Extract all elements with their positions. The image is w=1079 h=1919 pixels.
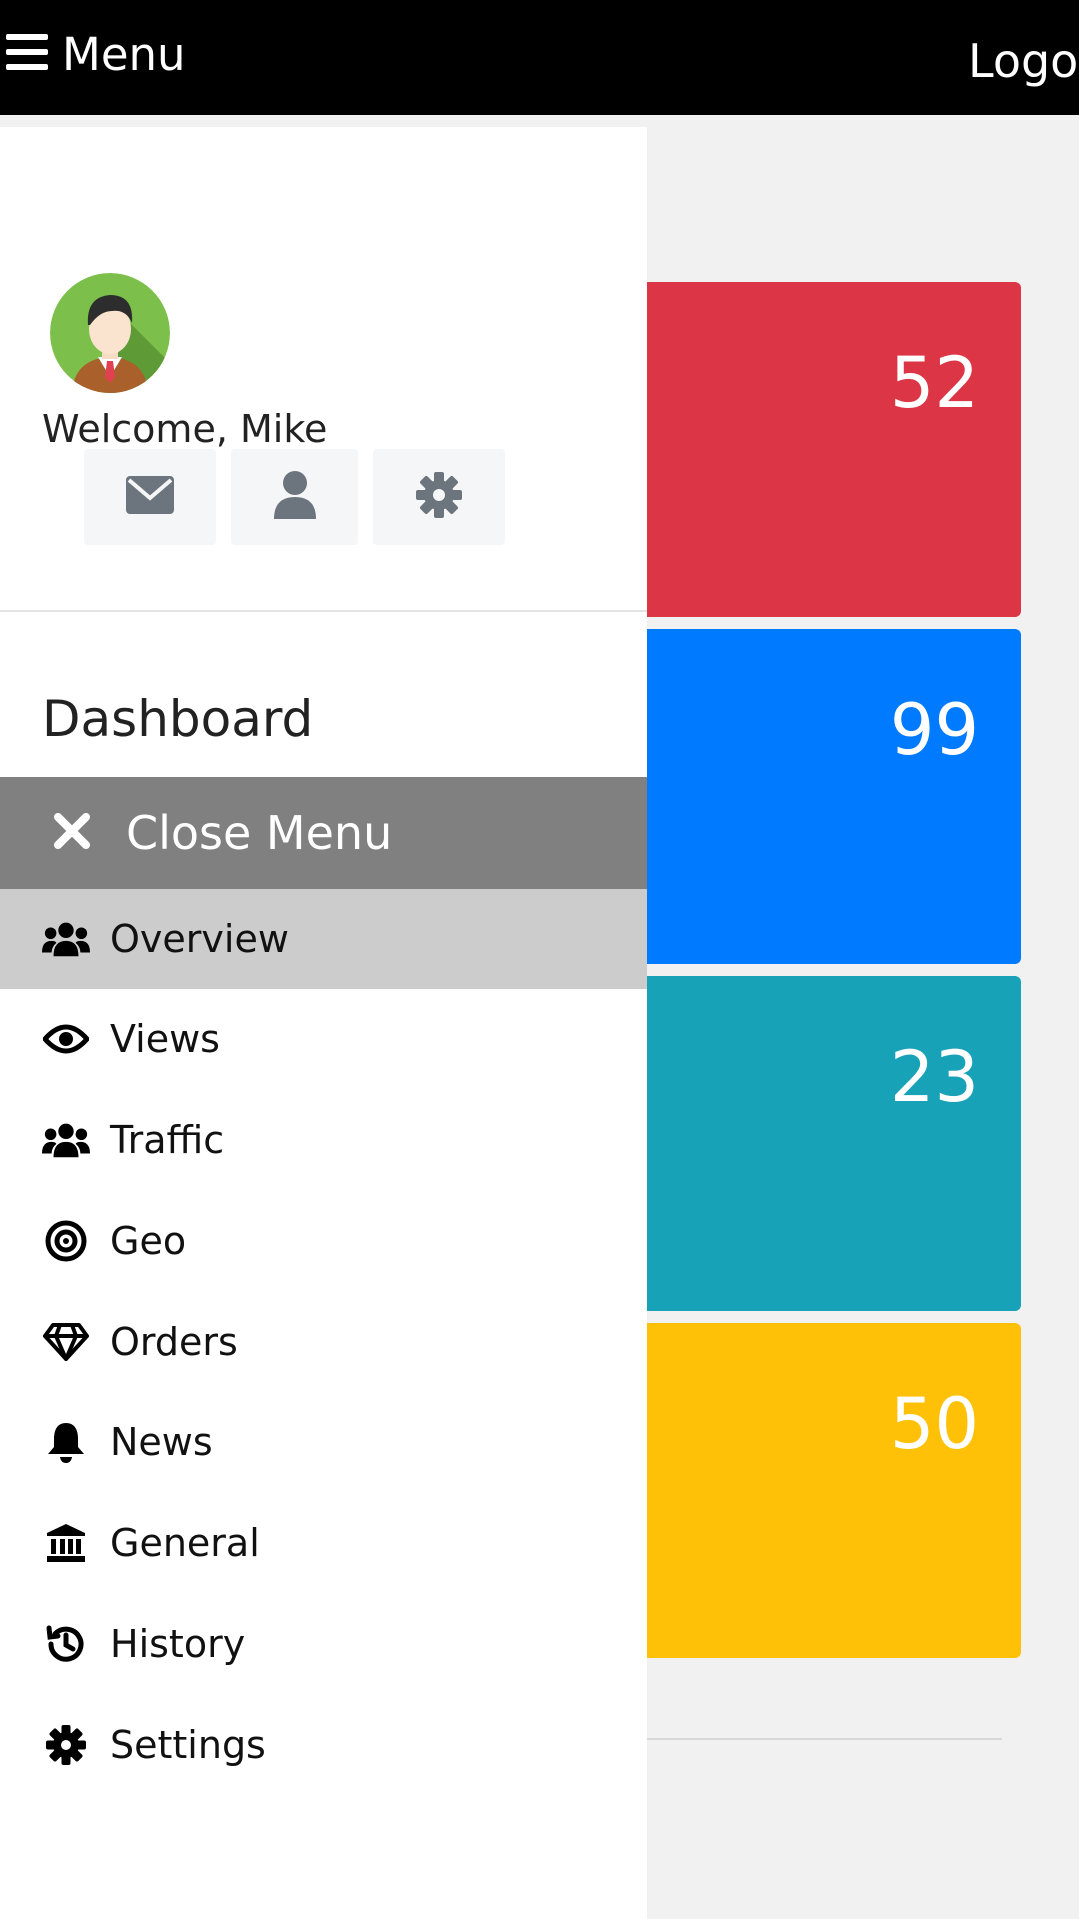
sidebar-item-label: General (110, 1521, 260, 1565)
sidebar-item-history[interactable]: History (0, 1594, 647, 1694)
bank-icon (42, 1519, 90, 1567)
stat-value: 99 (889, 689, 979, 771)
messages-button[interactable] (84, 449, 216, 545)
menu-label: Menu (62, 27, 186, 81)
sidebar-item-label: Traffic (110, 1118, 225, 1162)
eye-icon (42, 1015, 90, 1063)
settings-button[interactable] (373, 449, 505, 545)
profile-button[interactable] (231, 449, 358, 545)
history-icon (42, 1620, 90, 1668)
stat-value: 52 (889, 342, 979, 424)
sidebar-item-views[interactable]: Views (0, 989, 647, 1089)
user-icon (273, 471, 316, 523)
sidebar-item-label: Geo (110, 1219, 187, 1263)
top-bar: Menu Logo (0, 0, 1079, 115)
close-menu-button[interactable]: Close Menu (0, 777, 647, 889)
close-icon (52, 811, 92, 855)
gear-icon (416, 472, 462, 522)
content-divider (640, 1738, 1002, 1740)
bell-icon (42, 1418, 90, 1466)
welcome-text: Welcome, Mike (42, 407, 328, 451)
avatar (50, 273, 170, 393)
sidebar-item-traffic[interactable]: Traffic (0, 1090, 647, 1190)
sidebar-item-news[interactable]: News (0, 1392, 647, 1492)
envelope-icon (126, 476, 174, 518)
sidebar-item-geo[interactable]: Geo (0, 1191, 647, 1291)
sidebar: Welcome, Mike Dashboard Close Menu Overv… (0, 127, 647, 1919)
close-menu-label: Close Menu (126, 806, 393, 860)
cog-icon (42, 1721, 90, 1769)
stat-value: 23 (889, 1036, 979, 1118)
bullseye-icon (42, 1217, 90, 1265)
menu-toggle-button[interactable]: Menu (6, 22, 186, 86)
sidebar-item-label: Settings (110, 1723, 266, 1767)
users-icon (42, 915, 90, 963)
sidebar-item-label: Views (110, 1017, 220, 1061)
sidebar-item-label: Overview (110, 917, 289, 961)
sidebar-heading: Dashboard (42, 690, 314, 748)
sidebar-item-label: History (110, 1622, 246, 1666)
stat-value: 50 (889, 1383, 979, 1465)
diamond-icon (42, 1318, 90, 1366)
sidebar-item-label: Orders (110, 1320, 238, 1364)
sidebar-item-overview[interactable]: Overview (0, 889, 647, 989)
sidebar-item-general[interactable]: General (0, 1493, 647, 1593)
sidebar-divider (0, 610, 647, 612)
users-icon (42, 1116, 90, 1164)
logo[interactable]: Logo (968, 38, 1078, 84)
sidebar-item-label: News (110, 1420, 213, 1464)
sidebar-item-settings[interactable]: Settings (0, 1695, 647, 1795)
sidebar-item-orders[interactable]: Orders (0, 1292, 647, 1392)
hamburger-icon (6, 33, 48, 75)
